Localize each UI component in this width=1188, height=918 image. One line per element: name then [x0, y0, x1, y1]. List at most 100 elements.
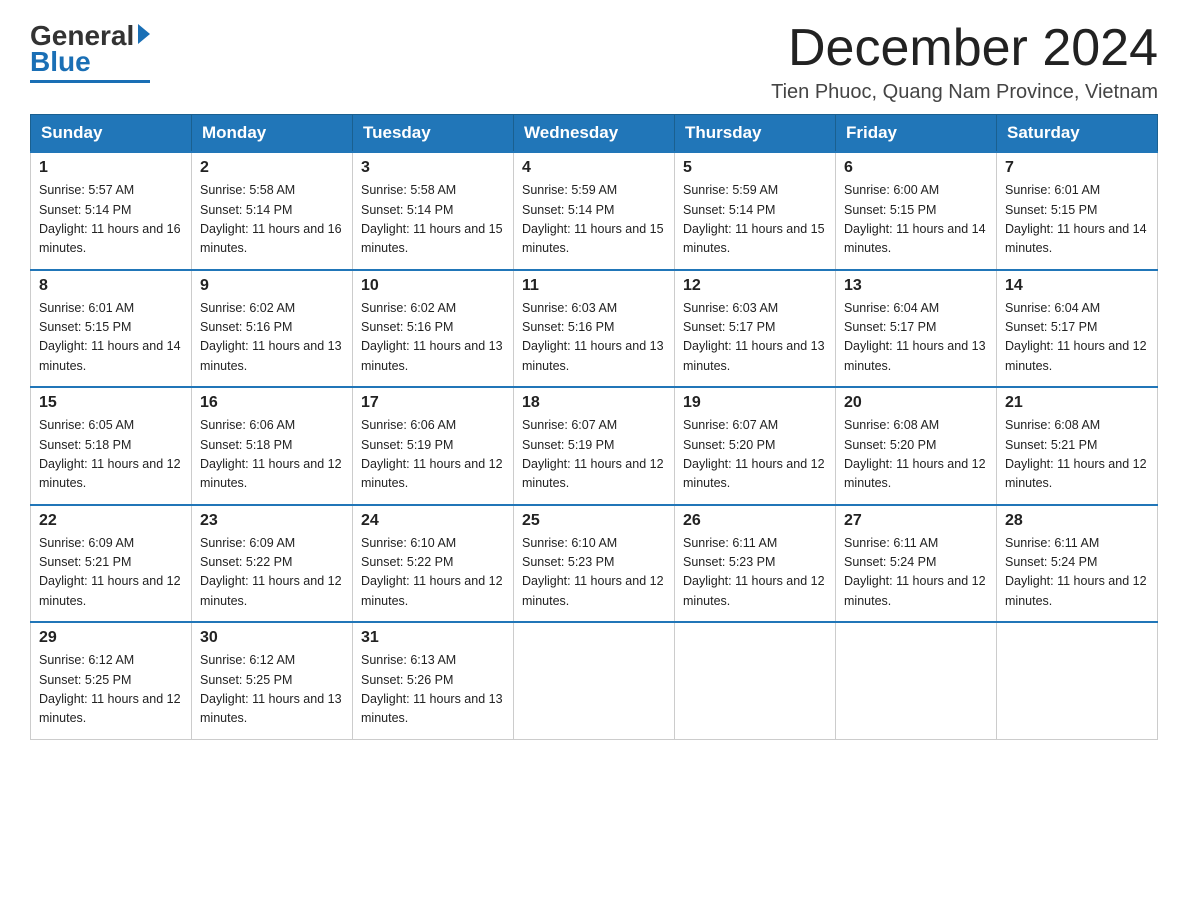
day-number: 19: [683, 394, 827, 412]
day-number: 21: [1005, 394, 1149, 412]
day-info: Sunrise: 6:02 AM Sunset: 5:16 PM Dayligh…: [200, 299, 344, 377]
table-row: [675, 622, 836, 739]
day-info: Sunrise: 6:06 AM Sunset: 5:19 PM Dayligh…: [361, 416, 505, 494]
table-row: 17 Sunrise: 6:06 AM Sunset: 5:19 PM Dayl…: [353, 387, 514, 505]
table-row: 19 Sunrise: 6:07 AM Sunset: 5:20 PM Dayl…: [675, 387, 836, 505]
table-row: 13 Sunrise: 6:04 AM Sunset: 5:17 PM Dayl…: [836, 270, 997, 388]
day-info: Sunrise: 6:09 AM Sunset: 5:22 PM Dayligh…: [200, 534, 344, 612]
day-number: 31: [361, 629, 505, 647]
day-info: Sunrise: 6:00 AM Sunset: 5:15 PM Dayligh…: [844, 181, 988, 259]
logo-blue-text: Blue: [30, 46, 91, 78]
table-row: 18 Sunrise: 6:07 AM Sunset: 5:19 PM Dayl…: [514, 387, 675, 505]
table-row: [514, 622, 675, 739]
col-saturday: Saturday: [997, 115, 1158, 153]
day-info: Sunrise: 5:57 AM Sunset: 5:14 PM Dayligh…: [39, 181, 183, 259]
calendar-week-row: 22 Sunrise: 6:09 AM Sunset: 5:21 PM Dayl…: [31, 505, 1158, 623]
calendar-table: Sunday Monday Tuesday Wednesday Thursday…: [30, 114, 1158, 740]
day-info: Sunrise: 6:03 AM Sunset: 5:16 PM Dayligh…: [522, 299, 666, 377]
day-info: Sunrise: 6:05 AM Sunset: 5:18 PM Dayligh…: [39, 416, 183, 494]
table-row: 21 Sunrise: 6:08 AM Sunset: 5:21 PM Dayl…: [997, 387, 1158, 505]
table-row: 14 Sunrise: 6:04 AM Sunset: 5:17 PM Dayl…: [997, 270, 1158, 388]
table-row: 7 Sunrise: 6:01 AM Sunset: 5:15 PM Dayli…: [997, 152, 1158, 270]
day-info: Sunrise: 6:11 AM Sunset: 5:24 PM Dayligh…: [844, 534, 988, 612]
calendar-header-row: Sunday Monday Tuesday Wednesday Thursday…: [31, 115, 1158, 153]
table-row: 25 Sunrise: 6:10 AM Sunset: 5:23 PM Dayl…: [514, 505, 675, 623]
table-row: 2 Sunrise: 5:58 AM Sunset: 5:14 PM Dayli…: [192, 152, 353, 270]
table-row: [836, 622, 997, 739]
day-info: Sunrise: 6:10 AM Sunset: 5:22 PM Dayligh…: [361, 534, 505, 612]
logo: General Blue: [30, 20, 150, 83]
day-info: Sunrise: 6:03 AM Sunset: 5:17 PM Dayligh…: [683, 299, 827, 377]
table-row: 11 Sunrise: 6:03 AM Sunset: 5:16 PM Dayl…: [514, 270, 675, 388]
day-info: Sunrise: 6:06 AM Sunset: 5:18 PM Dayligh…: [200, 416, 344, 494]
table-row: 16 Sunrise: 6:06 AM Sunset: 5:18 PM Dayl…: [192, 387, 353, 505]
table-row: 30 Sunrise: 6:12 AM Sunset: 5:25 PM Dayl…: [192, 622, 353, 739]
table-row: 26 Sunrise: 6:11 AM Sunset: 5:23 PM Dayl…: [675, 505, 836, 623]
table-row: 3 Sunrise: 5:58 AM Sunset: 5:14 PM Dayli…: [353, 152, 514, 270]
day-number: 30: [200, 629, 344, 647]
day-info: Sunrise: 6:13 AM Sunset: 5:26 PM Dayligh…: [361, 651, 505, 729]
day-number: 7: [1005, 159, 1149, 177]
day-number: 4: [522, 159, 666, 177]
day-number: 18: [522, 394, 666, 412]
table-row: 8 Sunrise: 6:01 AM Sunset: 5:15 PM Dayli…: [31, 270, 192, 388]
calendar-week-row: 15 Sunrise: 6:05 AM Sunset: 5:18 PM Dayl…: [31, 387, 1158, 505]
day-info: Sunrise: 5:59 AM Sunset: 5:14 PM Dayligh…: [683, 181, 827, 259]
day-number: 12: [683, 277, 827, 295]
table-row: 15 Sunrise: 6:05 AM Sunset: 5:18 PM Dayl…: [31, 387, 192, 505]
table-row: [997, 622, 1158, 739]
page-header: General Blue December 2024 Tien Phuoc, Q…: [30, 20, 1158, 104]
title-block: December 2024 Tien Phuoc, Quang Nam Prov…: [771, 20, 1158, 104]
day-info: Sunrise: 6:12 AM Sunset: 5:25 PM Dayligh…: [200, 651, 344, 729]
day-info: Sunrise: 6:10 AM Sunset: 5:23 PM Dayligh…: [522, 534, 666, 612]
day-info: Sunrise: 6:01 AM Sunset: 5:15 PM Dayligh…: [39, 299, 183, 377]
calendar-week-row: 29 Sunrise: 6:12 AM Sunset: 5:25 PM Dayl…: [31, 622, 1158, 739]
day-info: Sunrise: 5:59 AM Sunset: 5:14 PM Dayligh…: [522, 181, 666, 259]
day-number: 5: [683, 159, 827, 177]
col-sunday: Sunday: [31, 115, 192, 153]
day-number: 11: [522, 277, 666, 295]
day-number: 13: [844, 277, 988, 295]
day-info: Sunrise: 6:12 AM Sunset: 5:25 PM Dayligh…: [39, 651, 183, 729]
day-number: 20: [844, 394, 988, 412]
day-number: 6: [844, 159, 988, 177]
day-number: 10: [361, 277, 505, 295]
day-info: Sunrise: 5:58 AM Sunset: 5:14 PM Dayligh…: [361, 181, 505, 259]
day-number: 23: [200, 512, 344, 530]
table-row: 9 Sunrise: 6:02 AM Sunset: 5:16 PM Dayli…: [192, 270, 353, 388]
table-row: 6 Sunrise: 6:00 AM Sunset: 5:15 PM Dayli…: [836, 152, 997, 270]
logo-triangle-icon: [138, 24, 150, 44]
table-row: 12 Sunrise: 6:03 AM Sunset: 5:17 PM Dayl…: [675, 270, 836, 388]
day-number: 17: [361, 394, 505, 412]
day-number: 29: [39, 629, 183, 647]
day-info: Sunrise: 6:07 AM Sunset: 5:20 PM Dayligh…: [683, 416, 827, 494]
day-number: 25: [522, 512, 666, 530]
table-row: 29 Sunrise: 6:12 AM Sunset: 5:25 PM Dayl…: [31, 622, 192, 739]
calendar-week-row: 1 Sunrise: 5:57 AM Sunset: 5:14 PM Dayli…: [31, 152, 1158, 270]
day-number: 14: [1005, 277, 1149, 295]
table-row: 20 Sunrise: 6:08 AM Sunset: 5:20 PM Dayl…: [836, 387, 997, 505]
day-number: 15: [39, 394, 183, 412]
day-info: Sunrise: 6:04 AM Sunset: 5:17 PM Dayligh…: [1005, 299, 1149, 377]
col-wednesday: Wednesday: [514, 115, 675, 153]
day-number: 24: [361, 512, 505, 530]
day-number: 26: [683, 512, 827, 530]
day-number: 9: [200, 277, 344, 295]
col-tuesday: Tuesday: [353, 115, 514, 153]
col-thursday: Thursday: [675, 115, 836, 153]
day-info: Sunrise: 6:02 AM Sunset: 5:16 PM Dayligh…: [361, 299, 505, 377]
day-info: Sunrise: 6:11 AM Sunset: 5:24 PM Dayligh…: [1005, 534, 1149, 612]
day-number: 16: [200, 394, 344, 412]
col-monday: Monday: [192, 115, 353, 153]
table-row: 31 Sunrise: 6:13 AM Sunset: 5:26 PM Dayl…: [353, 622, 514, 739]
day-number: 8: [39, 277, 183, 295]
logo-underline: [30, 80, 150, 83]
month-title: December 2024: [771, 20, 1158, 77]
calendar-week-row: 8 Sunrise: 6:01 AM Sunset: 5:15 PM Dayli…: [31, 270, 1158, 388]
table-row: 5 Sunrise: 5:59 AM Sunset: 5:14 PM Dayli…: [675, 152, 836, 270]
table-row: 27 Sunrise: 6:11 AM Sunset: 5:24 PM Dayl…: [836, 505, 997, 623]
day-number: 28: [1005, 512, 1149, 530]
table-row: 28 Sunrise: 6:11 AM Sunset: 5:24 PM Dayl…: [997, 505, 1158, 623]
table-row: 22 Sunrise: 6:09 AM Sunset: 5:21 PM Dayl…: [31, 505, 192, 623]
day-info: Sunrise: 6:08 AM Sunset: 5:21 PM Dayligh…: [1005, 416, 1149, 494]
